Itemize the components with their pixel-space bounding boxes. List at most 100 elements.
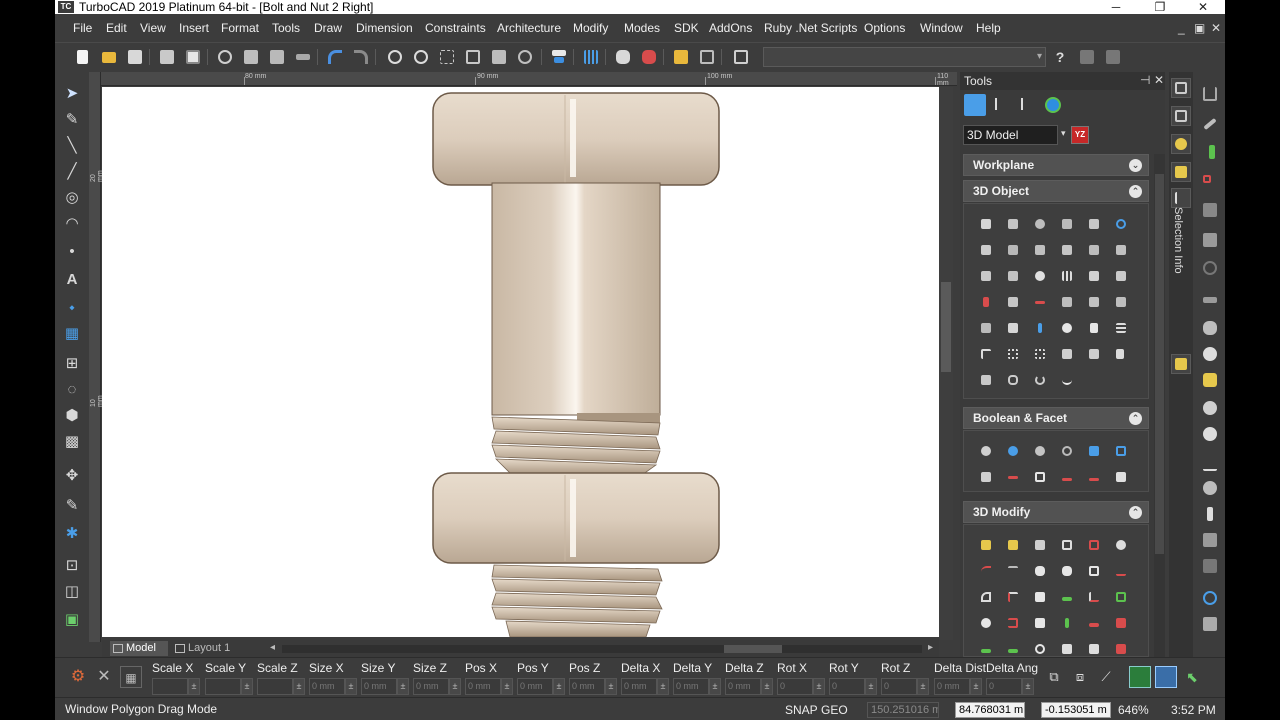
scale-x-input[interactable] [152,678,188,695]
ball-icon[interactable] [1032,268,1048,284]
blend-icon[interactable] [1032,563,1048,579]
arc-tool-icon[interactable]: ◠ [62,214,82,234]
menu-ruby-net-scripts[interactable]: Ruby .Net Scripts [764,21,857,35]
cone-icon[interactable] [1059,216,1075,232]
profile-icon[interactable] [1032,294,1048,310]
size-y-input[interactable]: 0 mm [361,678,397,695]
spin-icon[interactable]: ± [293,678,305,695]
chamfer-icon[interactable] [1005,563,1021,579]
torus-icon[interactable] [1113,216,1129,232]
expand-icon[interactable]: ⌄ [1129,159,1142,172]
globe-icon[interactable] [1042,94,1064,116]
select-drag-icon[interactable]: ⬉ [1181,666,1203,688]
orbit-icon[interactable] [1200,344,1220,364]
select-tool-icon[interactable]: ➤ [62,84,82,104]
taper-face-icon[interactable] [1059,537,1075,553]
lighting-icon[interactable] [1200,370,1220,390]
stretch-icon[interactable] [1086,615,1102,631]
spin-icon[interactable]: ± [970,678,982,695]
menu-tools[interactable]: Tools [272,21,300,35]
spin-icon[interactable]: ± [605,678,617,695]
unbend-icon[interactable] [1005,589,1021,605]
shade-icon[interactable] [1200,424,1220,444]
spring-icon[interactable] [978,294,994,310]
mdi-minimize-button[interactable]: _ [1178,21,1185,35]
save-icon[interactable] [125,47,145,67]
pin-icon[interactable]: ⊣ [1140,73,1150,87]
gear-tool-icon[interactable]: ✱ [62,524,82,544]
grid-icon[interactable] [581,47,601,67]
spin-icon[interactable]: ± [865,678,877,695]
copy-to-icon[interactable] [1005,641,1021,657]
selection-info-icon[interactable] [1171,188,1191,208]
page-icon[interactable] [1200,556,1220,576]
ucs-icon[interactable]: ⟋ [1095,666,1117,688]
spin-icon[interactable]: ± [345,678,357,695]
pan-icon[interactable] [613,47,633,67]
spin-icon[interactable]: ± [813,678,825,695]
3d-tool-icon[interactable]: ⊞ [62,354,82,374]
print-icon[interactable] [157,47,177,67]
object-select-icon[interactable] [1059,346,1075,362]
emboss-icon[interactable] [1059,589,1075,605]
workplane-button[interactable]: YZ [1071,126,1089,144]
redo-icon[interactable] [351,47,371,67]
fillet-icon[interactable] [978,563,994,579]
helix-icon[interactable] [1005,372,1021,388]
zoom-out-icon[interactable] [411,47,431,67]
snap-tool-icon[interactable]: ⬩ [62,298,82,318]
viewport-tool-icon[interactable]: ▣ [62,610,82,630]
blocks-palette-icon[interactable] [1171,106,1191,126]
zoom-in-icon[interactable] [385,47,405,67]
shell-solid-icon[interactable] [1059,563,1075,579]
menu-architecture[interactable]: Architecture [497,21,561,35]
print-preview-icon[interactable] [183,47,203,67]
restore-button[interactable]: ❐ [1145,0,1175,14]
seam-icon[interactable] [1032,615,1048,631]
snap-settings-icon[interactable]: ⧉ [1043,666,1065,688]
rotate-icon[interactable] [1032,372,1048,388]
select-icon[interactable] [639,47,659,67]
insert-tool-icon[interactable]: ▦ [62,324,82,344]
hole-icon[interactable] [1086,563,1102,579]
spin-icon[interactable]: ± [761,678,773,695]
text-tool-icon[interactable]: A [62,270,82,290]
collapse-icon[interactable]: ⌃ [1129,506,1142,519]
unify-icon[interactable] [1113,641,1129,657]
spin-icon[interactable]: ± [657,678,669,695]
format-painter-icon[interactable] [293,47,313,67]
twist-icon[interactable] [1113,615,1129,631]
sphere-face-icon[interactable] [978,615,994,631]
menu-dimension[interactable]: Dimension [356,21,413,35]
railing-icon[interactable] [1086,294,1102,310]
spin-icon[interactable]: ± [397,678,409,695]
delta-z-input[interactable]: 0 mm [725,678,761,695]
gear-icon[interactable] [1032,641,1048,657]
capsule-icon[interactable] [1005,268,1021,284]
pointer-icon[interactable] [1200,142,1220,162]
revolve-icon[interactable] [1005,242,1021,258]
mesh-grid-icon[interactable] [1059,268,1075,284]
zoom-extents-icon[interactable] [463,47,483,67]
measure-icon[interactable] [1200,114,1220,134]
freeform-icon[interactable] [1059,372,1075,388]
scale-z-input[interactable] [257,678,293,695]
grid-solid-icon[interactable] [1113,320,1129,336]
section-3d-object[interactable]: 3D Object ⌃ [963,180,1149,202]
camera-icon[interactable] [1200,478,1220,498]
section-boolean-facet[interactable]: Boolean & Facet ⌃ [963,407,1149,429]
section-workplane[interactable]: Workplane ⌄ [963,154,1149,176]
geo-toggle[interactable]: GEO [821,703,848,717]
cylinder-icon[interactable] [1059,242,1075,258]
hatch-tool-icon[interactable]: ◌ [62,380,82,400]
select-window-icon[interactable] [1129,666,1151,688]
paste-icon[interactable] [267,47,287,67]
extrude-icon[interactable] [978,242,994,258]
delta-ang-input[interactable]: 0 [986,678,1022,695]
spin-icon[interactable]: ± [1022,678,1034,695]
spin-icon[interactable]: ± [501,678,513,695]
horizontal-scrollbar[interactable] [282,645,922,653]
zoom-window-icon[interactable] [437,47,457,67]
sphere-icon[interactable] [1032,216,1048,232]
wall-icon[interactable] [1200,290,1220,310]
